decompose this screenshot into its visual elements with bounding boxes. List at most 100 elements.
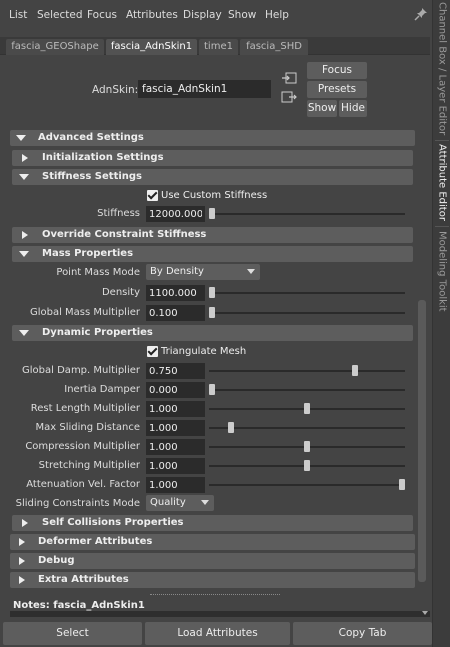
notes-resize-handle[interactable] [150, 594, 280, 595]
attenuation-vel-factor-slider-handle[interactable] [399, 479, 405, 490]
tab-fascia-shd[interactable]: fascia_SHD [240, 39, 308, 55]
triangulate-mesh-checkbox[interactable] [147, 346, 158, 357]
max-sliding-distance-slider-track[interactable] [209, 427, 405, 429]
menu-attributes[interactable]: Attributes [126, 9, 178, 21]
max-sliding-distance-slider-handle[interactable] [228, 422, 234, 433]
bottom-button-bar: Select Load Attributes Copy Tab [0, 620, 432, 647]
global-damp-multiplier-field[interactable] [146, 363, 205, 379]
focus-button[interactable]: Focus [307, 62, 367, 79]
menu-bar: List Selected Focus Attributes Display S… [0, 0, 430, 32]
stretching-multiplier-label: Stretching Multiplier [38, 460, 140, 471]
expand-arrow-icon [19, 576, 25, 584]
attribute-scroll-area: Advanced Settings Initialization Setting… [10, 130, 415, 590]
notes-area: Notes: fascia_AdnSkin1 [0, 592, 430, 618]
use-custom-stiffness-label: Use Custom Stiffness [161, 190, 268, 201]
notes-label: Notes: fascia_AdnSkin1 [13, 600, 145, 611]
notes-scroll-down-icon[interactable] [422, 611, 428, 615]
stiffness-slider-handle[interactable] [209, 208, 215, 219]
section-dynamic-properties[interactable]: Dynamic Properties [12, 325, 413, 341]
max-sliding-distance-label: Max Sliding Distance [35, 422, 140, 433]
section-stiffness-settings[interactable]: Stiffness Settings [12, 169, 413, 185]
global-damp-multiplier-slider-handle[interactable] [351, 365, 358, 376]
menu-display[interactable]: Display [183, 9, 222, 21]
global-damp-multiplier-slider-track[interactable] [209, 370, 405, 372]
rest-length-multiplier-label: Rest Length Multiplier [30, 403, 140, 414]
menu-focus[interactable]: Focus [87, 9, 117, 21]
section-debug[interactable]: Debug [10, 553, 415, 569]
collapse-arrow-icon [19, 251, 29, 257]
section-advanced-settings[interactable]: Advanced Settings [10, 130, 415, 146]
side-panel-tabs: Channel Box / Layer Editor Attribute Edi… [432, 0, 450, 647]
stretching-multiplier-field[interactable] [146, 458, 205, 474]
output-connection-icon[interactable] [281, 90, 297, 104]
collapse-arrow-icon [19, 330, 29, 336]
density-label: Density [101, 287, 140, 298]
max-sliding-distance-field[interactable] [146, 420, 205, 436]
inertia-damper-field[interactable] [146, 382, 205, 398]
side-separator [435, 226, 449, 227]
section-extra-attributes[interactable]: Extra Attributes [10, 572, 415, 588]
sliding-constraints-mode-dropdown[interactable]: Quality [146, 495, 214, 511]
point-mass-mode-label: Point Mass Mode [56, 267, 140, 278]
section-override-constraint-stiffness[interactable]: Override Constraint Stiffness [12, 227, 413, 243]
rest-length-multiplier-field[interactable] [146, 401, 205, 417]
menu-help[interactable]: Help [265, 9, 289, 21]
expand-arrow-icon [22, 231, 28, 239]
section-initialization-settings[interactable]: Initialization Settings [12, 150, 413, 166]
side-tab-channel-box[interactable]: Channel Box / Layer Editor [433, 0, 450, 138]
side-tab-modeling-toolkit[interactable]: Modeling Toolkit [433, 230, 450, 312]
attribute-scrollbar[interactable] [418, 130, 426, 590]
side-tab-attribute-editor[interactable]: Attribute Editor [433, 144, 450, 221]
rest-length-multiplier-slider-handle[interactable] [304, 403, 310, 414]
inertia-damper-slider-handle[interactable] [209, 384, 215, 395]
adnskin-label: AdnSkin: [92, 84, 139, 96]
use-custom-stiffness-checkbox[interactable] [147, 190, 158, 201]
sliding-constraints-mode-label: Sliding Constraints Mode [15, 498, 140, 509]
attenuation-vel-factor-slider-track[interactable] [209, 484, 405, 486]
menu-list[interactable]: List [9, 9, 27, 21]
stiffness-label: Stiffness [97, 208, 140, 219]
notes-text-area[interactable] [10, 611, 430, 617]
stiffness-field[interactable] [146, 206, 205, 222]
global-mass-slider-handle[interactable] [209, 307, 215, 318]
show-button[interactable]: Show [307, 100, 337, 117]
input-connection-icon[interactable] [281, 71, 297, 85]
side-separator [435, 140, 449, 141]
density-field[interactable] [146, 285, 205, 301]
stiffness-slider-track[interactable] [209, 213, 405, 215]
global-mass-multiplier-field[interactable] [146, 305, 205, 321]
compression-multiplier-slider-handle[interactable] [304, 441, 310, 452]
select-button[interactable]: Select [3, 622, 142, 645]
global-mass-slider-track[interactable] [209, 312, 405, 314]
dropdown-arrow-icon [247, 269, 255, 274]
expand-arrow-icon [19, 557, 25, 565]
attenuation-vel-factor-label: Attenuation Vel. Factor [26, 479, 140, 490]
tab-time1[interactable]: time1 [199, 39, 238, 55]
presets-button[interactable]: Presets [307, 81, 367, 98]
tab-fascia-adnskin1[interactable]: fascia_AdnSkin1 [106, 39, 197, 55]
tab-fascia-geoshape[interactable]: fascia_GEOShape [6, 39, 104, 55]
pin-icon[interactable] [414, 7, 428, 21]
menu-selected[interactable]: Selected [37, 9, 83, 21]
section-deformer-attributes[interactable]: Deformer Attributes [10, 534, 415, 550]
load-attributes-button[interactable]: Load Attributes [145, 622, 290, 645]
scrollbar-thumb[interactable] [418, 300, 426, 582]
adnskin-name-field[interactable] [138, 80, 271, 98]
global-mass-multiplier-label: Global Mass Multiplier [29, 307, 140, 318]
inertia-damper-slider-track[interactable] [209, 389, 405, 391]
density-slider-handle[interactable] [209, 287, 215, 298]
node-header: AdnSkin: Focus Presets Show Hide [0, 56, 430, 126]
compression-multiplier-field[interactable] [146, 439, 205, 455]
hide-button[interactable]: Hide [339, 100, 367, 117]
inertia-damper-label: Inertia Damper [64, 384, 140, 395]
section-self-collisions-properties[interactable]: Self Collisions Properties [12, 515, 413, 531]
attenuation-vel-factor-field[interactable] [146, 477, 205, 493]
density-slider-track[interactable] [209, 292, 405, 294]
menu-show[interactable]: Show [228, 9, 256, 21]
expand-arrow-icon [22, 519, 28, 527]
section-mass-properties[interactable]: Mass Properties [12, 246, 413, 262]
dropdown-arrow-icon [201, 500, 209, 505]
copy-tab-button[interactable]: Copy Tab [293, 622, 432, 645]
point-mass-mode-dropdown[interactable]: By Density [146, 264, 260, 280]
stretching-multiplier-slider-handle[interactable] [304, 460, 310, 471]
